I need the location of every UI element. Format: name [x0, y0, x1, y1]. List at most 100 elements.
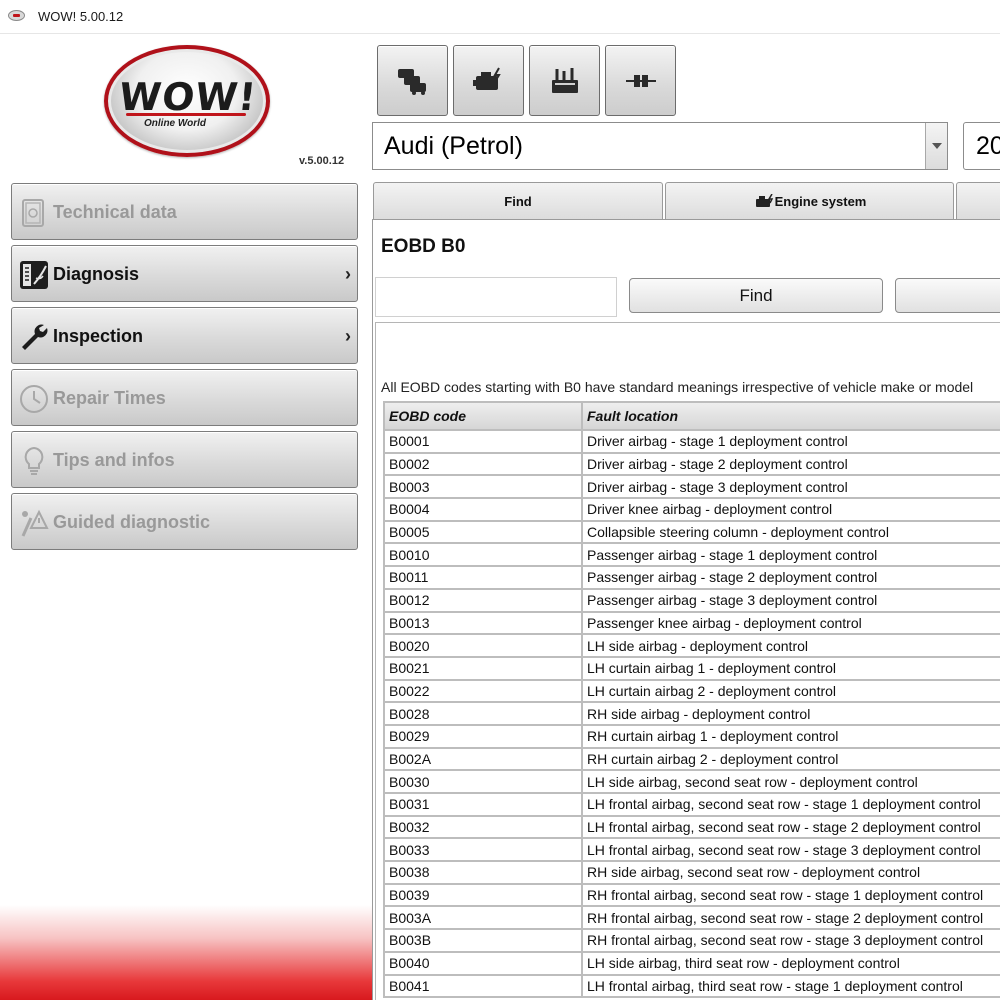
- lightbulb-icon: [24, 446, 44, 475]
- search-input[interactable]: [375, 277, 617, 317]
- results-panel: All EOBD codes starting with B0 have sta…: [375, 322, 1000, 1000]
- eobd-code-cell: B0012: [385, 589, 581, 611]
- table-row[interactable]: B0022 LH curtain airbag 2 - deployment co…: [385, 680, 1000, 702]
- fault-location-cell: LH frontal airbag, second seat row - sta…: [583, 794, 1000, 815]
- fault-location-cell: LH frontal airbag, second seat row - sta…: [583, 816, 1000, 838]
- fault-location-cell: Collapsible steering column - deployment…: [583, 521, 1000, 543]
- eobd-code-cell: B0040: [385, 952, 581, 974]
- app-logo-icon: [8, 10, 25, 21]
- logo-tagline: Online World: [144, 118, 207, 129]
- table-row[interactable]: B003B RH frontal airbag, second seat row …: [385, 930, 1000, 951]
- table-row[interactable]: B0013 Passenger knee airbag - deployment …: [385, 612, 1000, 634]
- info-text: All EOBD codes starting with B0 have sta…: [381, 379, 974, 395]
- fault-location-cell: RH frontal airbag, second seat row - sta…: [583, 930, 1000, 951]
- table-row[interactable]: B0002 Driver airbag - stage 2 deployment …: [385, 453, 1000, 475]
- chevron-down-icon[interactable]: [925, 123, 947, 169]
- fault-location-cell: RH frontal airbag, second seat row - sta…: [583, 884, 1000, 906]
- fault-location-cell: RH frontal airbag, second seat row - sta…: [583, 907, 1000, 929]
- table-row[interactable]: B0032 LH frontal airbag, second seat row …: [385, 816, 1000, 838]
- table-row[interactable]: B0021 LH curtain airbag 1 - deployment co…: [385, 657, 1000, 679]
- table-row[interactable]: B0029 RH curtain airbag 1 - deployment co…: [385, 725, 1000, 747]
- fault-location-cell: RH curtain airbag 1 - deployment control: [583, 725, 1000, 747]
- sidebar-item-label: Tips and infos: [53, 450, 175, 470]
- eobd-code-cell: B0028: [385, 703, 581, 724]
- sidebar-item-inspection[interactable]: Inspection ›: [11, 307, 358, 364]
- sidebar-item-label: Diagnosis: [53, 264, 140, 284]
- section-title: EOBD B0: [381, 236, 466, 257]
- guided-diagnostic-icon: [21, 509, 49, 537]
- connector-icon: [626, 75, 656, 87]
- secondary-button[interactable]: [895, 278, 1000, 313]
- table-row[interactable]: B0010 Passenger airbag - stage 1 deployme…: [385, 544, 1000, 566]
- table-row[interactable]: B0030 LH side airbag, second seat row - d…: [385, 771, 1000, 792]
- table-row[interactable]: B0039 RH frontal airbag, second seat row …: [385, 884, 1000, 906]
- eobd-code-cell: B0003: [385, 476, 581, 498]
- eobd-code-cell: B002A: [385, 748, 581, 770]
- table-body: B0001 Driver airbag - stage 1 deployment …: [385, 431, 1000, 997]
- sidebar-item-guided-diagnostic: Guided diagnostic: [11, 493, 358, 550]
- tab-find[interactable]: Find: [373, 182, 663, 220]
- tab-more[interactable]: [956, 182, 1000, 220]
- fault-location-cell: RH curtain airbag 2 - deployment control: [583, 748, 1000, 770]
- sidebar-item-label: Guided diagnostic: [53, 512, 211, 532]
- sidebar-item-label: Inspection: [53, 326, 144, 346]
- table-row[interactable]: B0028 RH side airbag - deployment control: [385, 703, 1000, 724]
- engine-icon: [755, 193, 773, 207]
- engine-icon: [473, 67, 501, 90]
- vehicle-select[interactable]: Audi (Petrol): [372, 122, 948, 170]
- fault-location-cell: Driver airbag - stage 3 deployment contr…: [583, 476, 1000, 498]
- table-row[interactable]: B002A RH curtain airbag 2 - deployment co…: [385, 748, 1000, 770]
- content-panel: EOBD B0 Find All EOBD codes starting wit…: [372, 219, 1000, 1000]
- fault-location-cell: Passenger knee airbag - deployment contr…: [583, 612, 1000, 634]
- clock-icon: [20, 385, 48, 413]
- table-row[interactable]: B0012 Passenger airbag - stage 3 deployme…: [385, 589, 1000, 611]
- fault-location-cell: Passenger airbag - stage 2 deployment co…: [583, 567, 1000, 588]
- table-row[interactable]: B0003 Driver airbag - stage 3 deployment …: [385, 476, 1000, 498]
- table-row[interactable]: B0011 Passenger airbag - stage 2 deployme…: [385, 567, 1000, 588]
- chevron-right-icon: ›: [345, 264, 351, 284]
- year-select-value: 20: [976, 132, 1000, 160]
- eobd-code-cell: B0032: [385, 816, 581, 838]
- eobd-code-cell: B0033: [385, 839, 581, 861]
- sidebar-item-diagnosis[interactable]: Diagnosis ›: [11, 245, 358, 302]
- table-row[interactable]: B0020 LH side airbag - deployment control: [385, 635, 1000, 656]
- eobd-code-table: EOBD code Fault location B0001 Driver air…: [383, 401, 1000, 999]
- vehicle-select-value: Audi (Petrol): [384, 132, 523, 160]
- year-select[interactable]: 20: [963, 122, 1000, 170]
- fault-location-cell: Driver airbag - stage 2 deployment contr…: [583, 453, 1000, 475]
- table-row[interactable]: B0033 LH frontal airbag, second seat row …: [385, 839, 1000, 861]
- tab-engine-system[interactable]: Engine system: [665, 182, 954, 220]
- table-row[interactable]: B0005 Collapsible steering column - deplo…: [385, 521, 1000, 543]
- fault-location-cell: RH side airbag - deployment control: [583, 703, 1000, 724]
- find-button[interactable]: Find: [629, 278, 883, 313]
- table-row[interactable]: B003A RH frontal airbag, second seat row …: [385, 907, 1000, 929]
- logo-swoosh: [126, 113, 246, 116]
- eobd-code-cell: B0041: [385, 975, 581, 997]
- eobd-code-cell: B0004: [385, 499, 581, 520]
- fault-location-cell: LH curtain airbag 2 - deployment control: [583, 680, 1000, 702]
- eobd-code-cell: B0002: [385, 453, 581, 475]
- table-row[interactable]: B0004 Driver knee airbag - deployment con…: [385, 499, 1000, 520]
- eobd-code-cell: B0030: [385, 771, 581, 792]
- table-row[interactable]: B0038 RH side airbag, second seat row - d…: [385, 862, 1000, 883]
- eobd-code-cell: B0029: [385, 725, 581, 747]
- sidebar-gradient: [0, 905, 372, 1000]
- table-row[interactable]: B0040 LH side airbag, third seat row - de…: [385, 952, 1000, 974]
- connector-button[interactable]: [605, 45, 676, 116]
- engine-button[interactable]: [453, 45, 524, 116]
- table-row[interactable]: B0001 Driver airbag - stage 1 deployment …: [385, 431, 1000, 452]
- toolbox-button[interactable]: [529, 45, 600, 116]
- eobd-code-cell: B0005: [385, 521, 581, 543]
- vehicles-button[interactable]: [377, 45, 448, 116]
- table-row[interactable]: B0041 LH frontal airbag, third seat row -…: [385, 975, 1000, 997]
- eobd-code-cell: B0039: [385, 884, 581, 906]
- eobd-code-cell: B0011: [385, 567, 581, 588]
- window-title: WOW! 5.00.12: [38, 9, 124, 24]
- tab-label: Find: [504, 194, 532, 209]
- fault-location-cell: LH side airbag, second seat row - deploy…: [583, 771, 1000, 792]
- sidebar-item-technical-data: Technical data: [11, 183, 358, 240]
- eobd-code-cell: B0010: [385, 544, 581, 566]
- table-row[interactable]: B0031 LH frontal airbag, second seat row …: [385, 794, 1000, 815]
- column-header-code: EOBD code: [385, 403, 581, 429]
- tab-engine-system-label: Engine system: [774, 194, 867, 209]
